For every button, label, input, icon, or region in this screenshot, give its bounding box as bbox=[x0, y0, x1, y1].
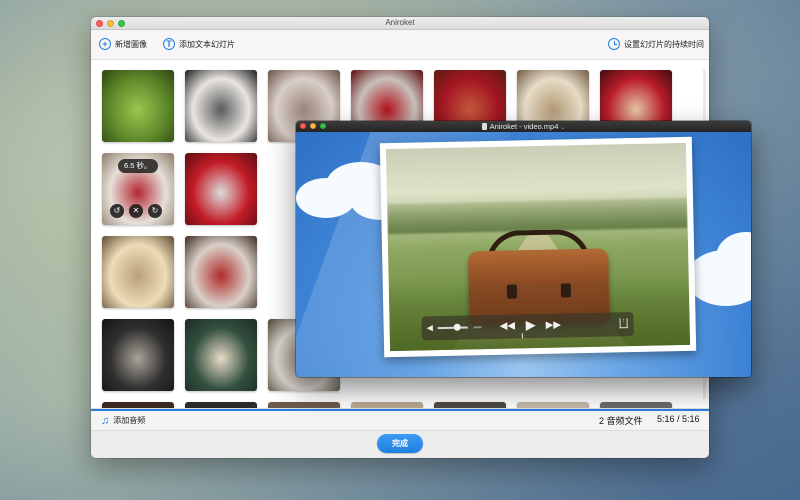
chevron-down-icon[interactable]: ⌄ bbox=[560, 125, 565, 131]
audio-duration: 5:16 / 5:16 bbox=[657, 414, 700, 424]
player-controls: ◀ ◀◀ ▶ ▶▶ ↑ bbox=[421, 312, 634, 341]
clock-icon bbox=[608, 38, 620, 50]
plus-circle-icon: + bbox=[99, 38, 111, 50]
play-icon[interactable]: ▶ bbox=[525, 317, 535, 332]
main-titlebar[interactable]: Aniroket bbox=[91, 17, 709, 30]
slide-thumbnail-open-book[interactable] bbox=[102, 236, 174, 308]
photo-card: ◀ ◀◀ ▶ ▶▶ ↑ bbox=[379, 136, 697, 358]
slide-thumbnail-red-vespa-headlight[interactable] bbox=[185, 153, 257, 225]
speaker-icon[interactable]: ◀ bbox=[427, 323, 434, 332]
music-note-icon: ♫ bbox=[101, 414, 110, 427]
audio-progress-fill bbox=[91, 409, 709, 411]
rewind-icon[interactable]: ◀◀ bbox=[500, 320, 516, 332]
done-button[interactable]: 完成 bbox=[377, 434, 423, 453]
set-duration-label: 设置幻灯片的持续时间 bbox=[624, 39, 704, 49]
add-audio-label: 添加音频 bbox=[113, 416, 146, 425]
text-circle-icon: T bbox=[163, 38, 175, 50]
slide-thumbnail-guitar-in-grass[interactable] bbox=[102, 70, 174, 142]
slide-thumbnail-lotus-flower[interactable] bbox=[185, 319, 257, 391]
video-window-title: Aniroket - video.mp4 bbox=[489, 122, 559, 131]
rotate-left-icon[interactable]: ↺ bbox=[110, 204, 124, 218]
add-text-slide-button[interactable]: T 添加文本幻灯片 bbox=[163, 38, 235, 50]
audio-progress-track bbox=[91, 409, 709, 411]
add-image-button[interactable]: + 新增圖像 bbox=[99, 38, 147, 50]
rotate-right-icon[interactable]: ↻ bbox=[148, 204, 162, 218]
add-text-slide-label: 添加文本幻灯片 bbox=[179, 39, 235, 49]
set-duration-button[interactable]: 设置幻灯片的持续时间 bbox=[608, 38, 704, 50]
toolbar: + 新增圖像 T 添加文本幻灯片 设置幻灯片的持续时间 bbox=[91, 30, 709, 60]
add-image-label: 新增圖像 bbox=[115, 39, 147, 49]
bag-photo: ◀ ◀◀ ▶ ▶▶ ↑ bbox=[385, 142, 691, 352]
bag-buckle-right bbox=[560, 283, 572, 298]
delete-icon[interactable]: ✕ bbox=[129, 204, 143, 218]
volume-track-end bbox=[473, 326, 482, 329]
slide-thumbnail-football-helmet[interactable] bbox=[185, 236, 257, 308]
bag-buckle-left bbox=[506, 284, 518, 299]
slide-thumbnail-person-in-jacket[interactable] bbox=[102, 319, 174, 391]
slide-thumbnail-hand-with-camera[interactable] bbox=[185, 70, 257, 142]
video-frame: ◀ ◀◀ ▶ ▶▶ ↑ bbox=[296, 132, 751, 377]
thumbnail-actions: ↺ ✕ ↻ bbox=[110, 204, 162, 218]
video-window: ◀ ◀◀ ▶ ▶▶ ↑ Aniroket - video.mp4 ⌄ bbox=[296, 121, 751, 377]
bag-flap bbox=[468, 248, 609, 286]
fast-forward-icon[interactable]: ▶▶ bbox=[546, 320, 562, 332]
volume-knob[interactable] bbox=[453, 323, 461, 331]
footer: 完成 bbox=[91, 430, 709, 458]
add-audio-button[interactable]: ♫ 添加音频 bbox=[101, 415, 145, 426]
cloud-left-2 bbox=[296, 178, 356, 218]
window-title: Aniroket bbox=[385, 18, 415, 27]
share-icon[interactable]: ↑ bbox=[619, 318, 628, 329]
status-bar: ♫ 添加音频 2 音频文件 5:16 / 5:16 bbox=[91, 408, 709, 430]
document-icon bbox=[481, 123, 487, 130]
video-window-title-wrap: Aniroket - video.mp4 ⌄ bbox=[296, 122, 751, 131]
photo-tree-line bbox=[387, 197, 688, 235]
video-titlebar[interactable]: Aniroket - video.mp4 ⌄ bbox=[296, 121, 751, 132]
slide-duration-badge[interactable]: 6.5 秒。 bbox=[118, 159, 158, 173]
scrub-marker[interactable] bbox=[521, 333, 523, 339]
thumbnail-hover-overlay: 6.5 秒。 ↺ ✕ ↻ bbox=[102, 153, 174, 225]
audio-file-count: 2 音频文件 bbox=[599, 416, 643, 426]
